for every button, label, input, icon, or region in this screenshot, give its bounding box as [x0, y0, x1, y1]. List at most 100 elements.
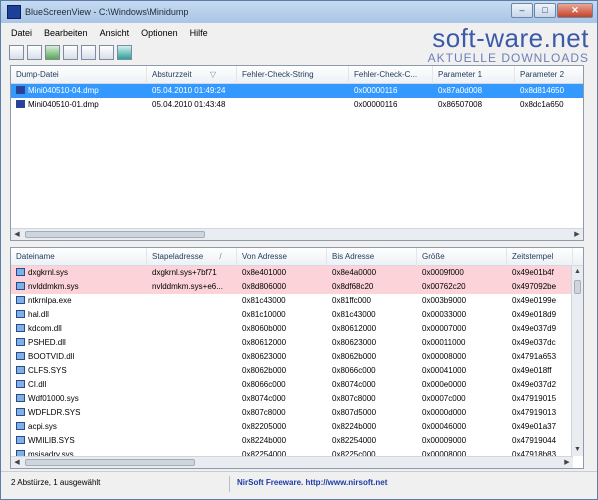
from-address: 0x8066c000	[242, 380, 286, 389]
size: 0x003b9000	[422, 296, 467, 305]
driver-file-cell: Wdf01000.sys	[11, 392, 147, 406]
timestamp: 0x47919015	[512, 394, 557, 403]
sort-desc-icon: ▽	[209, 70, 216, 79]
scroll-left-icon[interactable]: ◀	[11, 457, 23, 468]
dump-row[interactable]: Mini040510-01.dmp 05.04.2010 01:43:48 0x…	[11, 98, 583, 112]
scroll-down-icon[interactable]: ▼	[572, 444, 583, 456]
driver-row[interactable]: hal.dll 0x81c10000 0x81c43000 0x00033000 0x4…	[11, 308, 573, 322]
driver-row[interactable]: Wdf01000.sys 0x8074c000 0x807c8000 0x0007c0…	[11, 392, 573, 406]
from-address: 0x8d806000	[242, 282, 287, 291]
column-von-adresse[interactable]: Von Adresse	[237, 248, 327, 266]
bug-check-string	[237, 98, 349, 112]
minimize-button[interactable]: –	[511, 3, 533, 18]
scroll-right-icon[interactable]: ▶	[561, 457, 573, 468]
menu-bar: Datei Bearbeiten Ansicht Optionen Hilfe	[1, 26, 214, 42]
driver-file-name: nvlddmkm.sys	[28, 282, 79, 291]
to-address: 0x80623000	[332, 338, 377, 347]
dump-file-cell: Mini040510-01.dmp	[11, 98, 147, 112]
driver-row[interactable]: PSHED.dll 0x80612000 0x80623000 0x00011000 0…	[11, 336, 573, 350]
scrollbar-thumb[interactable]	[25, 231, 205, 238]
dump-list-pane[interactable]: Dump-Datei Absturzzeit ▽ Fehler-Check-St…	[10, 65, 584, 241]
crash-time: 05.04.2010 01:43:48	[152, 100, 226, 109]
dump-row[interactable]: Mini040510-04.dmp 05.04.2010 01:49:24 0x…	[11, 84, 583, 98]
to-address: 0x8066c000	[332, 366, 376, 375]
menu-hilfe[interactable]: Hilfe	[184, 26, 214, 42]
scroll-left-icon[interactable]: ◀	[11, 229, 23, 240]
from-address: 0x8060b000	[242, 324, 287, 333]
size: 0x00046000	[422, 422, 467, 431]
menu-bearbeiten[interactable]: Bearbeiten	[38, 26, 94, 42]
driver-row[interactable]: CI.dll 0x8066c000 0x8074c000 0x000e0000 0x49…	[11, 378, 573, 392]
dump-file-icon	[16, 100, 25, 108]
from-address: 0x8062b000	[242, 366, 287, 375]
to-address: 0x80612000	[332, 324, 377, 333]
dump-file-name: Mini040510-01.dmp	[28, 100, 99, 109]
dump-list-hscrollbar[interactable]: ◀ ▶	[11, 228, 583, 240]
column-dateiname[interactable]: Dateiname	[11, 248, 147, 266]
driver-row[interactable]: BOOTVID.dll 0x80623000 0x8062b000 0x0000800…	[11, 350, 573, 364]
column-parameter-2[interactable]: Parameter 2	[515, 66, 583, 84]
from-address: 0x8e401000	[242, 268, 287, 277]
to-address: 0x81c43000	[332, 310, 376, 319]
refresh-icon[interactable]	[45, 45, 60, 60]
driver-file-cell: ntkrnlpa.exe	[11, 294, 147, 308]
column-bis-adresse[interactable]: Bis Adresse	[327, 248, 417, 266]
close-button[interactable]: ✕	[557, 3, 593, 18]
driver-row[interactable]: dxgkrnl.sys dxgkrnl.sys+7bf71 0x8e401000 0x…	[11, 266, 573, 280]
column-parameter-1[interactable]: Parameter 1	[433, 66, 515, 84]
driver-file-name: BOOTVID.dll	[28, 352, 75, 361]
stack-address: dxgkrnl.sys+7bf71	[152, 268, 217, 277]
find-icon[interactable]	[99, 45, 114, 60]
size: 0x0009f000	[422, 268, 464, 277]
driver-file-icon	[16, 408, 25, 416]
column-zeitstempel[interactable]: Zeitstempel	[507, 248, 573, 266]
parameter-2: 0x8dc1a650	[520, 100, 564, 109]
parameter-2: 0x8d814650	[520, 86, 565, 95]
driver-row[interactable]: ntkrnlpa.exe 0x81c43000 0x81ffc000 0x003b90…	[11, 294, 573, 308]
save-icon[interactable]	[27, 45, 42, 60]
column-absturzzeit[interactable]: Absturzzeit ▽	[147, 66, 237, 84]
menu-datei[interactable]: Datei	[5, 26, 38, 42]
scrollbar-thumb[interactable]	[574, 280, 581, 294]
save-report-icon[interactable]	[9, 45, 24, 60]
driver-row[interactable]: kdcom.dll 0x8060b000 0x80612000 0x00007000 0…	[11, 322, 573, 336]
driver-file-cell: acpi.sys	[11, 420, 147, 434]
parameter-1: 0x86507008	[438, 100, 483, 109]
scrollbar-thumb[interactable]	[25, 459, 195, 466]
driver-file-icon	[16, 394, 25, 402]
column-stapeladresse-label: Stapeladresse	[152, 252, 204, 261]
copy-icon[interactable]	[63, 45, 78, 60]
driver-row[interactable]: WDFLDR.SYS 0x807c8000 0x807d5000 0x0000d000…	[11, 406, 573, 420]
column-stapeladresse[interactable]: Stapeladresse /	[147, 248, 237, 266]
column-fehler-check-code[interactable]: Fehler-Check-C...	[349, 66, 433, 84]
scroll-up-icon[interactable]: ▲	[572, 266, 583, 278]
driver-list-header: Dateiname Stapeladresse / Von Adresse Bi…	[11, 248, 583, 266]
driver-row[interactable]: WMILIB.SYS 0x8224b000 0x82254000 0x00009000…	[11, 434, 573, 448]
timestamp: 0x49e018d9	[512, 310, 557, 319]
driver-list-hscrollbar[interactable]: ◀ ▶	[11, 456, 573, 468]
column-dump-datei[interactable]: Dump-Datei	[11, 66, 147, 84]
column-fehler-check-string[interactable]: Fehler-Check-String	[237, 66, 349, 84]
stack-address	[147, 308, 237, 322]
menu-ansicht[interactable]: Ansicht	[94, 26, 136, 42]
driver-list-vscrollbar[interactable]: ▲ ▼	[571, 266, 583, 456]
to-address: 0x81ffc000	[332, 296, 371, 305]
size: 0x0007c000	[422, 394, 466, 403]
menu-optionen[interactable]: Optionen	[135, 26, 184, 42]
driver-file-name: Wdf01000.sys	[28, 394, 79, 403]
driver-row[interactable]: nvlddmkm.sys nvlddmkm.sys+e6... 0x8d806000…	[11, 280, 573, 294]
driver-list-pane[interactable]: Dateiname Stapeladresse / Von Adresse Bi…	[10, 247, 584, 469]
nirsoft-link[interactable]: NirSoft Freeware. http://www.nirsoft.net	[237, 478, 387, 487]
scroll-right-icon[interactable]: ▶	[571, 229, 583, 240]
to-address: 0x8074c000	[332, 380, 376, 389]
from-address: 0x82205000	[242, 422, 287, 431]
driver-file-cell: kdcom.dll	[11, 322, 147, 336]
driver-file-name: acpi.sys	[28, 422, 57, 431]
driver-row[interactable]: CLFS.SYS 0x8062b000 0x8066c000 0x00041000 0x…	[11, 364, 573, 378]
exit-icon[interactable]	[117, 45, 132, 60]
driver-row[interactable]: acpi.sys 0x82205000 0x8224b000 0x00046000 0x…	[11, 420, 573, 434]
title-bar[interactable]: BlueScreenView - C:\Windows\Minidump – □…	[1, 1, 597, 23]
properties-icon[interactable]	[81, 45, 96, 60]
column-groesse[interactable]: Größe	[417, 248, 507, 266]
maximize-button[interactable]: □	[534, 3, 556, 18]
